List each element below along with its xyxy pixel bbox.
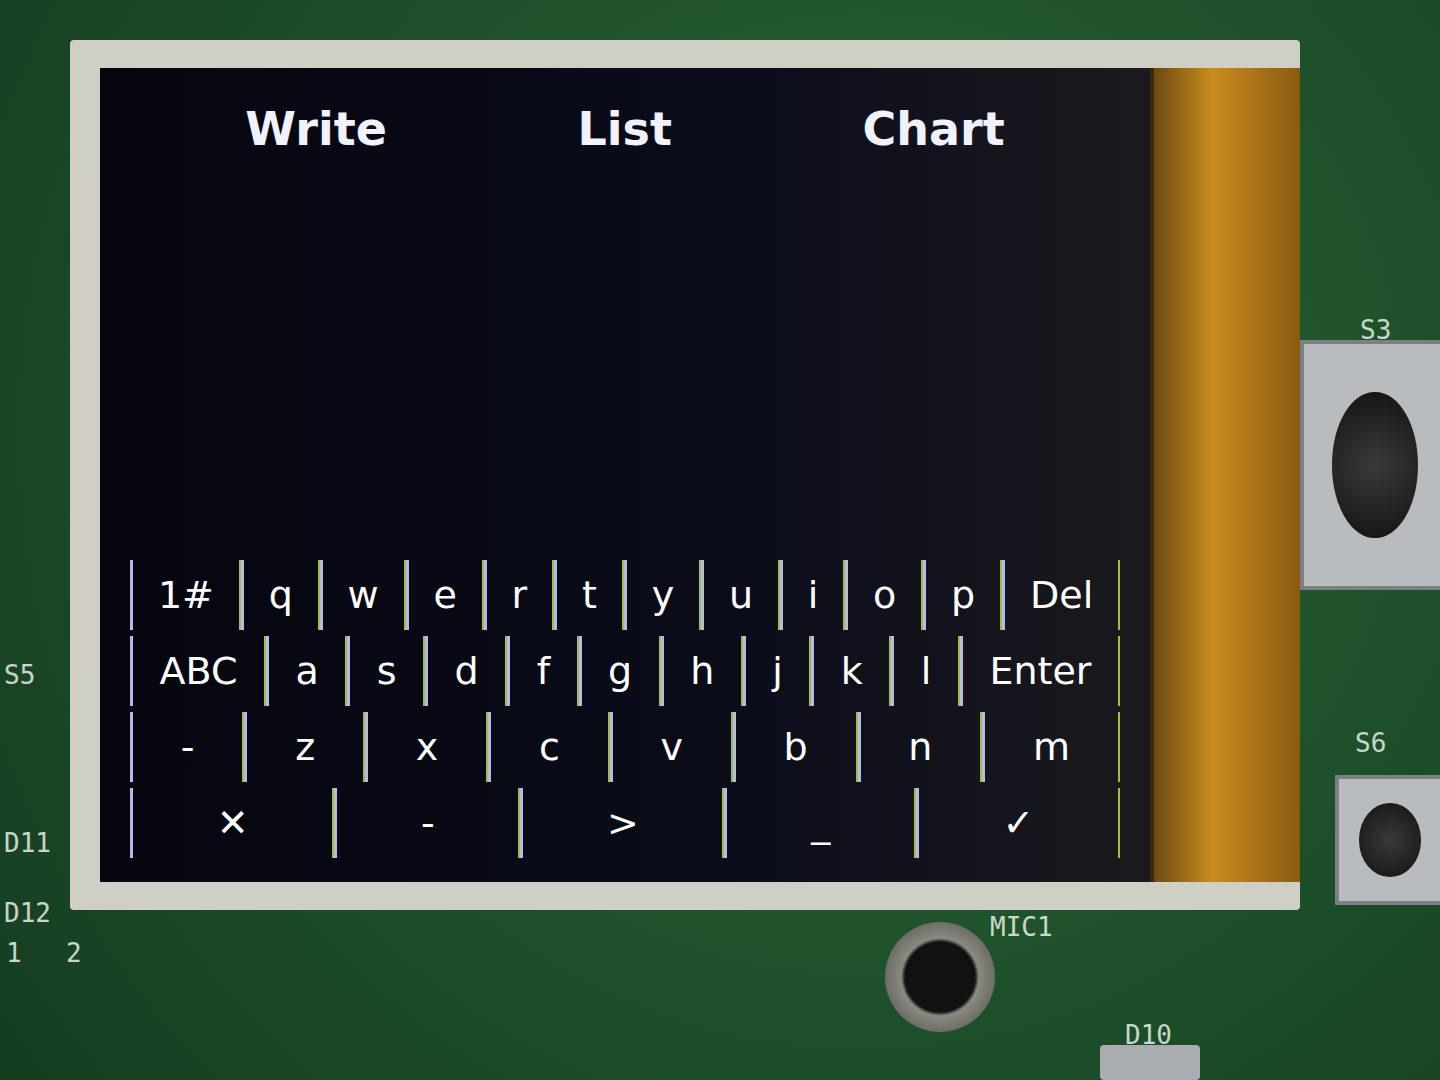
silkscreen-label: MIC1 — [990, 912, 1053, 942]
key-row: -zxcvbnm — [130, 712, 1120, 782]
key[interactable]: x — [365, 712, 488, 782]
key[interactable]: - — [130, 712, 244, 782]
lcd-screen: WriteListChart1#qwertyuiopDelABCasdfghjk… — [100, 68, 1150, 882]
key[interactable]: d — [425, 636, 507, 706]
tab-bar: Write List Chart — [130, 98, 1120, 160]
key[interactable]: t — [554, 560, 624, 630]
key[interactable]: l — [891, 636, 960, 706]
silkscreen-label: D10 — [1125, 1020, 1172, 1050]
key[interactable]: ABC — [130, 636, 266, 706]
silkscreen-label: 2 — [66, 938, 82, 968]
microphone — [885, 922, 995, 1032]
key[interactable]: Del — [1002, 560, 1120, 630]
key[interactable]: _ — [724, 788, 915, 858]
key[interactable]: r — [484, 560, 554, 630]
key[interactable]: a — [266, 636, 347, 706]
key[interactable]: Enter — [960, 636, 1120, 706]
display-module: WriteListChart1#qwertyuiopDelABCasdfghjk… — [70, 40, 1300, 910]
silkscreen-label: 1 — [6, 938, 22, 968]
key[interactable]: h — [661, 636, 743, 706]
key[interactable]: > — [520, 788, 724, 858]
tab[interactable]: List — [565, 98, 683, 160]
key[interactable]: q — [241, 560, 320, 630]
silkscreen-label: D11 — [4, 828, 51, 858]
key[interactable]: k — [811, 636, 891, 706]
usb-connector — [1100, 1045, 1200, 1080]
key[interactable]: o — [845, 560, 923, 630]
silkscreen-label: S5 — [4, 660, 35, 690]
key[interactable]: ✓ — [916, 788, 1120, 858]
key[interactable]: p — [923, 560, 1002, 630]
silkscreen-label: S6 — [1355, 728, 1386, 758]
key[interactable]: b — [733, 712, 858, 782]
key[interactable]: v — [610, 712, 733, 782]
tactile-switch[interactable] — [1300, 340, 1440, 590]
key[interactable]: z — [244, 712, 365, 782]
key[interactable]: s — [347, 636, 425, 706]
key[interactable]: j — [743, 636, 812, 706]
key-row: ✕->_✓ — [130, 788, 1120, 858]
content-area — [130, 160, 1120, 560]
key[interactable]: y — [624, 560, 701, 630]
key[interactable]: ✕ — [130, 788, 334, 858]
key[interactable]: g — [579, 636, 661, 706]
key[interactable]: f — [507, 636, 578, 706]
tab[interactable]: Write — [233, 98, 399, 160]
flex-ribbon — [1150, 68, 1300, 882]
silkscreen-label: D12 — [4, 898, 51, 928]
keyboard: 1#qwertyuiopDelABCasdfghjklEnter-zxcvbnm… — [130, 560, 1120, 858]
key[interactable]: i — [780, 560, 845, 630]
key[interactable]: n — [858, 712, 983, 782]
key[interactable]: u — [701, 560, 780, 630]
key[interactable]: w — [320, 560, 406, 630]
key-row: 1#qwertyuiopDel — [130, 560, 1120, 630]
tactile-switch[interactable] — [1335, 775, 1440, 905]
key[interactable]: c — [488, 712, 610, 782]
tab[interactable]: Chart — [850, 98, 1016, 160]
key-row: ABCasdfghjklEnter — [130, 636, 1120, 706]
silkscreen-label: S3 — [1360, 315, 1391, 345]
switch-plunger — [1359, 803, 1420, 876]
switch-plunger — [1332, 392, 1417, 537]
key[interactable]: e — [406, 560, 484, 630]
key[interactable]: - — [334, 788, 520, 858]
key[interactable]: 1# — [130, 560, 241, 630]
key[interactable]: m — [982, 712, 1120, 782]
circuit-board: WriteListChart1#qwertyuiopDelABCasdfghjk… — [0, 0, 1440, 1080]
